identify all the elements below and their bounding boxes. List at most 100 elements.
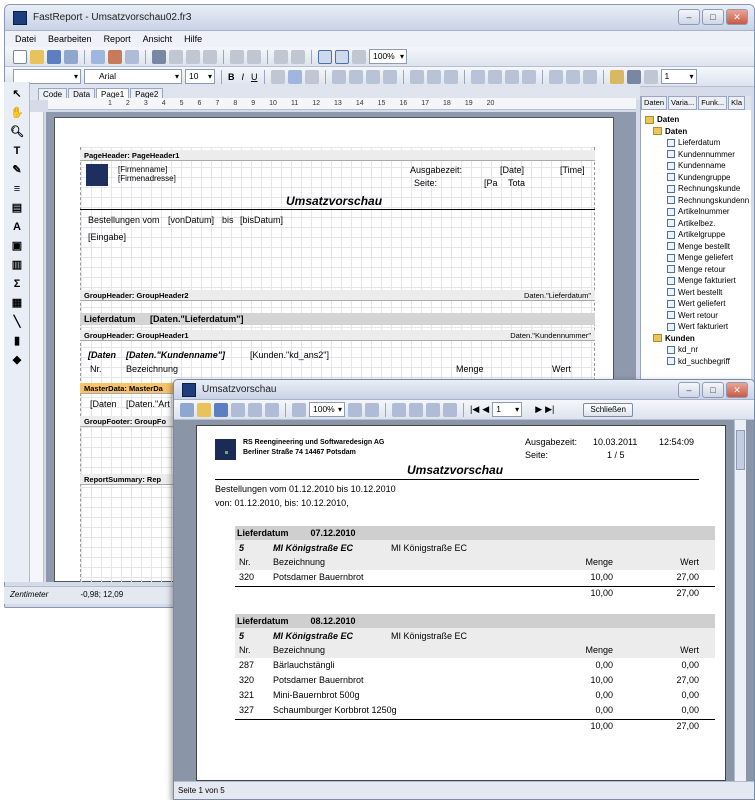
underline-button[interactable]: U (251, 72, 258, 82)
group-header1-band[interactable]: GroupHeader: GroupHeader1 Daten."Kundennu… (80, 330, 595, 341)
data-band-icon[interactable]: ▤ (10, 201, 24, 215)
time-field[interactable]: [Time] (560, 165, 585, 175)
schliessen-button[interactable]: Schließen (583, 402, 633, 417)
preview-zoom-combo[interactable]: 100% (309, 402, 345, 417)
tree-field[interactable]: Wert fakturiert (645, 321, 751, 333)
align-grid-icon[interactable] (335, 49, 349, 64)
format-painter-icon[interactable]: ✎ (10, 163, 24, 177)
picture-icon[interactable]: ▣ (10, 239, 24, 253)
maximize-button[interactable]: □ (702, 9, 724, 25)
frame-bottom-icon[interactable] (487, 69, 502, 84)
copy-icon[interactable] (186, 49, 200, 64)
find-icon[interactable] (265, 402, 279, 417)
md-artikel-field[interactable]: [Daten."Art (126, 399, 170, 409)
report-summary-band[interactable]: ReportSummary: Rep (80, 474, 175, 485)
align-right-icon[interactable] (365, 69, 380, 84)
scroll-thumb[interactable] (736, 430, 745, 470)
line-icon[interactable]: ╲ (10, 315, 24, 329)
select-tool-icon[interactable]: ↖ (10, 87, 24, 101)
tree-field[interactable]: Menge geliefert (645, 252, 751, 264)
tree-root[interactable]: Daten (645, 114, 751, 126)
copy-page-icon[interactable] (125, 49, 139, 64)
valign-top-icon[interactable] (409, 69, 424, 84)
frame-none-icon[interactable] (565, 69, 580, 84)
valign-bottom-icon[interactable] (443, 69, 458, 84)
frame-top-icon[interactable] (470, 69, 485, 84)
font-icon[interactable] (270, 69, 285, 84)
font-color-icon[interactable] (287, 69, 302, 84)
menu-datei[interactable]: Datei (15, 34, 36, 44)
master-data-band[interactable]: MasterData: MasterDa (80, 383, 175, 394)
tree-field[interactable]: Artikelgruppe (645, 229, 751, 241)
outline-icon[interactable] (392, 402, 406, 417)
tab-daten[interactable]: Daten (641, 96, 668, 110)
bold-button[interactable]: B (228, 72, 235, 82)
menu-bearbeiten[interactable]: Bearbeiten (48, 34, 92, 44)
frame-right-icon[interactable] (521, 69, 536, 84)
nr-label[interactable]: Nr. (90, 364, 102, 374)
table-icon[interactable]: ▦ (10, 296, 24, 310)
first-page-icon[interactable]: |◀ (470, 404, 479, 415)
report-icon[interactable] (108, 49, 122, 64)
shadow-icon[interactable] (582, 69, 597, 84)
group-footer-band[interactable]: GroupFooter: GroupFo (80, 416, 175, 427)
cut-icon[interactable] (169, 49, 183, 64)
open-icon[interactable] (197, 402, 211, 417)
tab-variablen[interactable]: Varia... (668, 96, 698, 110)
fill-color-icon[interactable] (609, 69, 624, 84)
page-number-input[interactable]: 1 (492, 402, 523, 417)
menu-report[interactable]: Report (104, 34, 131, 44)
italic-button[interactable]: I (242, 72, 245, 82)
tree-field[interactable]: kd_suchbegriff (645, 356, 751, 368)
preview-scrollbar[interactable] (734, 420, 746, 781)
chart-icon[interactable]: ▮ (10, 334, 24, 348)
font-size-combo[interactable]: 10 (185, 69, 215, 84)
tree-field[interactable]: Menge bestellt (645, 241, 751, 253)
tree-field[interactable]: Rechnungskundenn (645, 195, 751, 207)
align-left-icon[interactable] (331, 69, 346, 84)
text-tool-icon[interactable]: T (10, 144, 24, 158)
tree-field[interactable]: Wert geliefert (645, 298, 751, 310)
tree-field[interactable]: Rechnungskunde (645, 183, 751, 195)
open-icon[interactable] (30, 49, 44, 64)
subreport-icon[interactable]: ▥ (10, 258, 24, 272)
edit-page-icon[interactable] (443, 402, 457, 417)
font-name-combo[interactable]: Arial (84, 69, 182, 84)
page-header-band[interactable]: PageHeader: PageHeader1 (80, 150, 595, 161)
frame-all-icon[interactable] (548, 69, 563, 84)
preview-icon[interactable] (64, 49, 78, 64)
valign-middle-icon[interactable] (426, 69, 441, 84)
seite-label[interactable]: Seite: (414, 178, 437, 188)
lieferdatum-field[interactable]: [Daten."Lieferdatum"] (150, 314, 244, 324)
grid-icon[interactable] (318, 49, 332, 64)
tree-field[interactable]: Kundengruppe (645, 172, 751, 184)
page-icon[interactable] (91, 49, 105, 64)
close-button[interactable]: ✕ (726, 9, 748, 25)
eingabe-field[interactable]: [Eingabe] (88, 232, 126, 242)
thumbnails-icon[interactable] (409, 402, 423, 417)
columns-combo[interactable]: 1 (660, 69, 697, 84)
tree-field[interactable]: Artikelnummer (645, 206, 751, 218)
tree-field[interactable]: Menge retour (645, 264, 751, 276)
align-center-icon[interactable] (348, 69, 363, 84)
redo-icon[interactable] (247, 49, 261, 64)
ausgabezeit-label[interactable]: Ausgabezeit: (410, 165, 462, 175)
last-page-icon[interactable]: ▶| (545, 404, 554, 415)
tree-field[interactable]: Kundenname (645, 160, 751, 172)
zoom-combo[interactable]: 100% (369, 49, 407, 64)
lieferdatum-label[interactable]: Lieferdatum (84, 314, 136, 324)
hand-tool-icon[interactable]: ✋ (10, 106, 24, 120)
firmenname-field[interactable]: [Firmenname] (118, 165, 167, 174)
wert-label[interactable]: Wert (552, 364, 571, 374)
frame-width-icon[interactable] (643, 69, 658, 84)
firmenadresse-field[interactable]: [Firmenadresse] (118, 174, 176, 183)
next-page-icon[interactable]: ▶ (535, 404, 542, 415)
von-datum-field[interactable]: [vonDatum] (168, 215, 214, 225)
tree-field[interactable]: Kundennummer (645, 149, 751, 161)
band-tool-icon[interactable]: ≡ (10, 182, 24, 196)
tree-datasource-daten[interactable]: Daten (645, 126, 751, 138)
minimize-button[interactable]: – (678, 382, 700, 398)
zoom-in-icon[interactable] (348, 402, 362, 417)
prev-page-icon[interactable]: ◀ (482, 404, 489, 415)
export-icon[interactable] (231, 402, 245, 417)
